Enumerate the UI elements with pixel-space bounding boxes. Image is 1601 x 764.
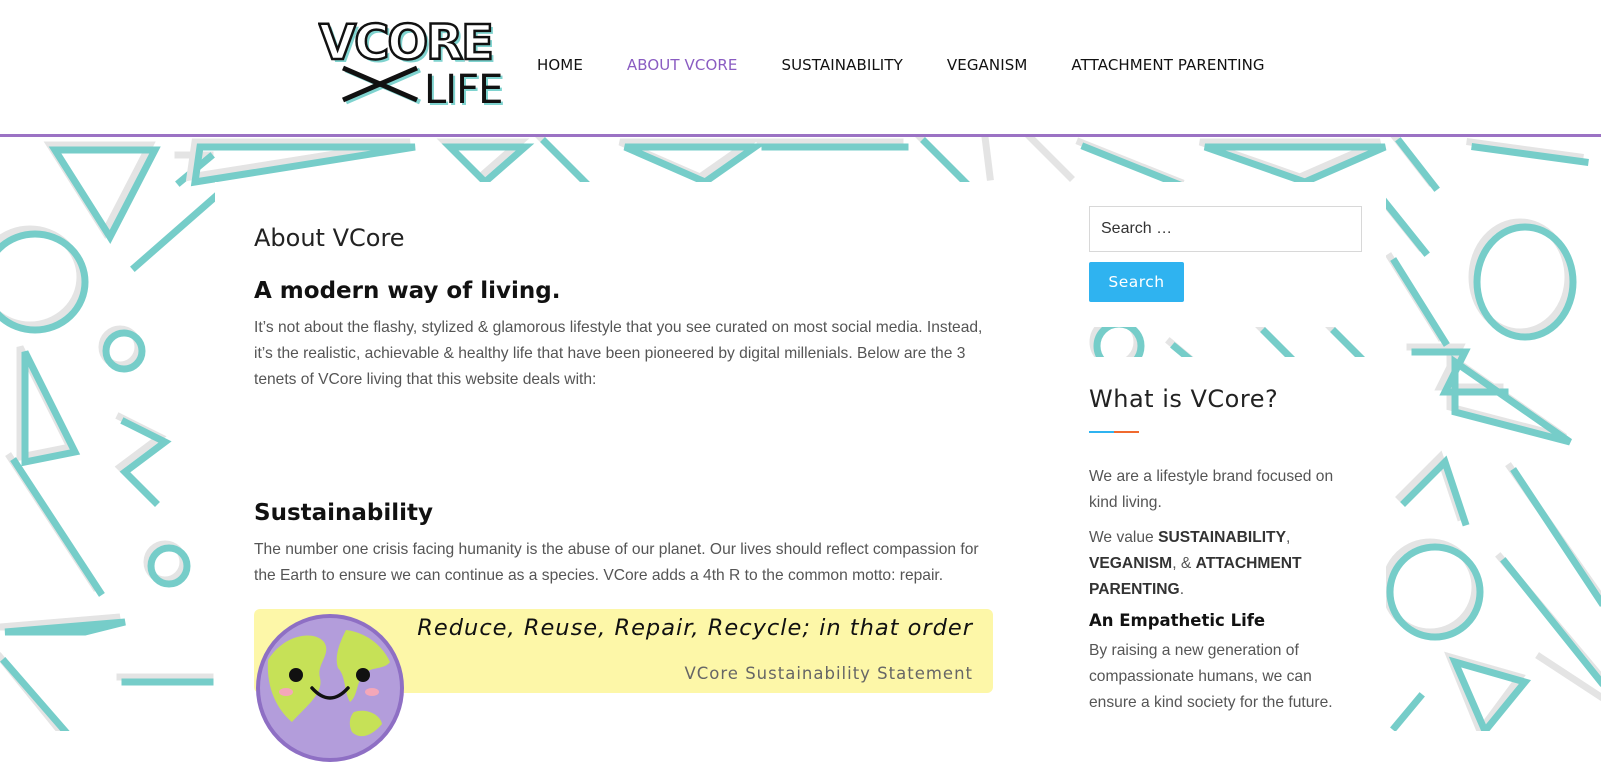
sustainability-paragraph: The number one crisis facing humanity is…	[254, 541, 979, 584]
site-header: VCORE VCORE LIFE LIFE HOME ABOUT VCORE S…	[0, 0, 1601, 137]
search-input[interactable]	[1089, 206, 1362, 252]
widget-intro: We are a lifestyle brand focused on kind…	[1089, 468, 1334, 511]
heading-sustainability: Sustainability	[254, 500, 434, 526]
quote-citation: VCore Sustainability Statement	[684, 664, 973, 683]
svg-text:LIFE: LIFE	[424, 67, 502, 108]
search-button[interactable]: Search	[1089, 262, 1184, 302]
quote-text: Reduce, Reuse, Repair, Recycle; in that …	[417, 615, 973, 641]
nav-veganism[interactable]: VEGANISM	[947, 56, 1028, 74]
widget-title: What is VCore?	[1089, 385, 1279, 413]
nav-home[interactable]: HOME	[537, 56, 583, 74]
empathetic-life-text: By raising a new generation of compassio…	[1089, 642, 1333, 711]
value-sustainability: SUSTAINABILITY	[1158, 529, 1286, 546]
heading-modern-way: A modern way of living.	[254, 278, 561, 304]
empathetic-life-heading: An Empathetic Life	[1089, 611, 1266, 630]
widget-values: We value SUSTAINABILITY, VEGANISM, & ATT…	[1089, 529, 1302, 598]
main-navigation: HOME ABOUT VCORE SUSTAINABILITY VEGANISM…	[537, 56, 1309, 74]
main-content: About VCore A modern way of living. It’s…	[215, 182, 1034, 762]
site-logo[interactable]: VCORE VCORE LIFE LIFE	[318, 14, 514, 115]
svg-text:VCORE: VCORE	[319, 16, 492, 71]
page-title: About VCore	[254, 224, 405, 252]
what-is-vcore-widget: What is VCore? We are a lifestyle brand …	[1034, 357, 1386, 757]
search-widget: Search	[1034, 182, 1386, 327]
intro-paragraph: It’s not about the flashy, stylized & gl…	[254, 319, 983, 388]
smiling-earth-icon	[256, 614, 404, 762]
title-underline	[1089, 431, 1139, 433]
nav-about-vcore[interactable]: ABOUT VCORE	[627, 56, 738, 74]
nav-sustainability[interactable]: SUSTAINABILITY	[781, 56, 902, 74]
nav-attachment-parenting[interactable]: ATTACHMENT PARENTING	[1071, 56, 1264, 74]
vcore-life-logo: VCORE VCORE LIFE LIFE	[318, 14, 506, 115]
value-veganism: VEGANISM	[1089, 555, 1173, 572]
